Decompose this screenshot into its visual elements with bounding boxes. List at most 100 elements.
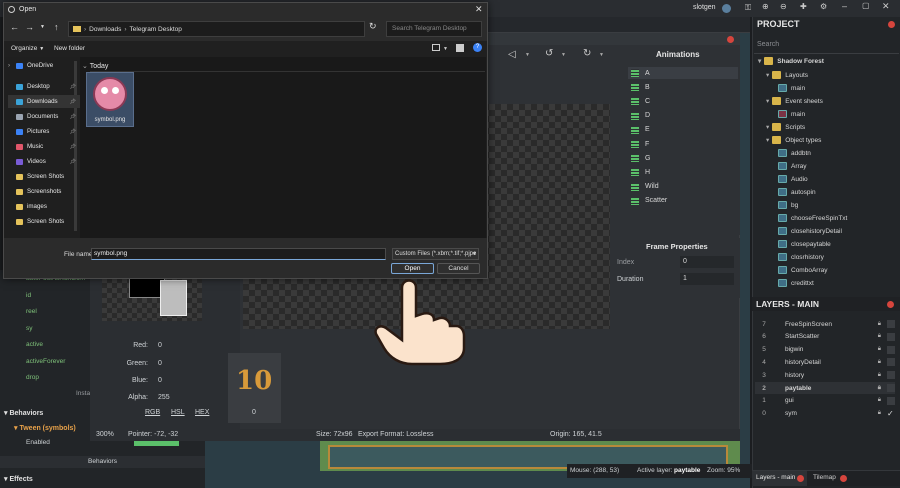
project-tree-item[interactable]: closehistoryDetail xyxy=(778,225,842,237)
file-list-area[interactable]: ⌄ Today xyxy=(80,57,486,238)
maximize-icon[interactable]: ▢ xyxy=(862,1,870,10)
back-icon[interactable]: ← xyxy=(10,22,19,32)
pin-icon[interactable]: 📌︎ xyxy=(70,84,76,90)
project-tree-item[interactable]: Audio xyxy=(778,173,808,185)
project-tree-item[interactable]: addbtn xyxy=(778,147,811,159)
lock-icon[interactable]: 🔒︎ xyxy=(878,321,881,328)
pin-icon[interactable]: 📌︎ xyxy=(70,144,76,150)
secondary-color-swatch[interactable] xyxy=(160,280,187,316)
file-item-symbol[interactable]: symbol.png xyxy=(86,72,134,127)
layer-row[interactable]: 4 historyDetail 🔒︎ xyxy=(755,356,895,368)
property-label[interactable]: drop xyxy=(26,374,39,381)
nav-item[interactable]: Music 📌︎ xyxy=(8,140,80,153)
panel-close-dot[interactable] xyxy=(888,21,895,28)
file-name-input[interactable]: symbol.png xyxy=(91,248,386,260)
tab-tilemap[interactable]: Tilemap xyxy=(813,471,836,485)
rotate-right-icon[interactable]: ↻ xyxy=(583,48,591,59)
layer-row[interactable]: 6 StartScatter 🔒︎ xyxy=(755,331,895,343)
avatar[interactable] xyxy=(722,4,731,13)
cancel-button[interactable]: Cancel xyxy=(437,263,480,274)
animation-item[interactable]: C xyxy=(628,95,738,107)
new-folder-button[interactable]: New folder xyxy=(54,45,85,52)
animation-item[interactable]: D xyxy=(628,110,738,122)
hsl-mode[interactable]: HSL xyxy=(171,409,185,416)
layer-row[interactable]: 0 sym 🔒︎ ✓ xyxy=(755,408,895,420)
frame-thumbnail[interactable]: 10 0 xyxy=(228,353,281,423)
collapse-icon[interactable]: ▾ xyxy=(766,97,769,105)
behaviors-header[interactable]: ▾ Behaviors xyxy=(4,409,43,417)
nav-item[interactable]: Screenshots xyxy=(8,185,80,198)
visibility-checkbox[interactable] xyxy=(887,371,895,380)
chevron-down-icon[interactable]: ▼ xyxy=(472,251,477,257)
nav-item[interactable]: Screen Shots xyxy=(8,215,80,228)
green-value[interactable]: 0 xyxy=(158,360,162,367)
project-search-input[interactable]: Search xyxy=(757,41,779,48)
animation-item[interactable]: F xyxy=(628,138,738,150)
layer-row[interactable]: 2 paytable 🔒︎ xyxy=(755,382,895,394)
lock-icon[interactable]: 🔒︎ xyxy=(878,397,881,404)
open-button[interactable]: Open xyxy=(391,263,434,274)
rgb-mode[interactable]: RGB xyxy=(145,409,160,416)
duration-field[interactable]: 1 xyxy=(680,273,734,285)
visibility-checkbox[interactable] xyxy=(887,358,895,367)
hex-mode[interactable]: HEX xyxy=(195,409,209,416)
collapse-icon[interactable]: ▾ xyxy=(766,136,769,144)
project-tree-item[interactable]: closepaytable xyxy=(778,238,831,250)
breadcrumb-telegram[interactable]: Telegram Desktop xyxy=(130,26,182,33)
tween-behavior[interactable]: ▾ Tween (symbols) xyxy=(14,424,76,432)
project-tree-item[interactable]: main xyxy=(778,82,805,94)
property-label[interactable]: id xyxy=(26,292,31,299)
project-tree-item[interactable]: ▾ Layouts xyxy=(766,69,808,81)
breadcrumb-downloads[interactable]: Downloads xyxy=(89,26,121,33)
visibility-checkbox[interactable] xyxy=(887,332,895,341)
red-value[interactable]: 0 xyxy=(158,342,162,349)
project-tree-item[interactable]: closrhistory xyxy=(778,251,824,263)
settings-icon[interactable]: ⚙ xyxy=(820,2,827,11)
property-label[interactable]: active xyxy=(26,341,43,348)
nav-item[interactable]: Documents 📌︎ xyxy=(8,110,80,123)
nav-item[interactable]: Videos 📌︎ xyxy=(8,155,80,168)
project-tree-item[interactable]: chooseFreeSpinTxt xyxy=(778,212,847,224)
refresh-icon[interactable]: ↻ xyxy=(369,21,377,32)
lock-icon[interactable]: 🔒︎ xyxy=(878,385,881,392)
animation-item[interactable]: E xyxy=(628,124,738,136)
collapse-icon[interactable]: ▾ xyxy=(766,123,769,131)
expand-icon[interactable]: › xyxy=(8,62,16,69)
nav-item[interactable]: images xyxy=(8,200,80,213)
chevron-down-icon[interactable]: ▼ xyxy=(525,52,530,58)
pin-icon[interactable]: 📌︎ xyxy=(70,99,76,105)
animation-item[interactable]: A xyxy=(628,67,738,79)
layer-row[interactable]: 7 FreeSpinScreen 🔒︎ xyxy=(755,318,895,330)
editor-close-dot[interactable] xyxy=(727,36,734,43)
project-tree-item[interactable]: ▾ Object types xyxy=(766,134,821,146)
animation-item[interactable]: G xyxy=(628,152,738,164)
visibility-checkbox[interactable] xyxy=(887,396,895,405)
dialog-close-icon[interactable]: ✕ xyxy=(475,4,483,15)
collapse-icon[interactable]: ▾ xyxy=(766,71,769,79)
plugin-icon[interactable]: ✚ xyxy=(800,2,807,11)
project-tree-item[interactable]: bg xyxy=(778,199,798,211)
nav-item[interactable]: Screen Shots xyxy=(8,170,80,183)
animation-item[interactable]: Scatter xyxy=(628,195,738,207)
visibility-checkbox[interactable] xyxy=(887,345,895,354)
alpha-value[interactable]: 255 xyxy=(158,394,170,401)
visibility-checkbox[interactable] xyxy=(887,320,895,328)
project-tree-item[interactable]: ▾ Event sheets xyxy=(766,95,823,107)
preview-pane-icon[interactable] xyxy=(456,44,464,52)
behaviors-button[interactable]: Behaviors xyxy=(0,456,205,468)
help-icon[interactable]: ? xyxy=(473,43,482,52)
close-icon[interactable]: ✕ xyxy=(882,1,890,12)
organize-button[interactable]: Organize ▼ xyxy=(11,45,44,52)
index-field[interactable]: 0 xyxy=(680,256,734,268)
animation-item[interactable]: H xyxy=(628,166,738,178)
layer-row[interactable]: 3 history 🔒︎ xyxy=(755,369,895,381)
nav-item[interactable]: › OneDrive xyxy=(8,59,80,72)
rotate-left-icon[interactable]: ↺ xyxy=(545,48,553,59)
pin-icon[interactable]: 📌︎ xyxy=(70,114,76,120)
visibility-checkbox[interactable]: ✓ xyxy=(887,409,895,418)
project-tree-item[interactable]: credittxt xyxy=(778,277,814,289)
pin-icon[interactable]: 📌︎ xyxy=(70,159,76,165)
lock-icon[interactable]: 🔒︎ xyxy=(878,333,881,340)
project-tree-item[interactable]: ▾ Scripts xyxy=(766,121,805,133)
file-type-select[interactable]: Custom Files (*.xbm;*.tif;*.pjpe xyxy=(392,248,479,260)
